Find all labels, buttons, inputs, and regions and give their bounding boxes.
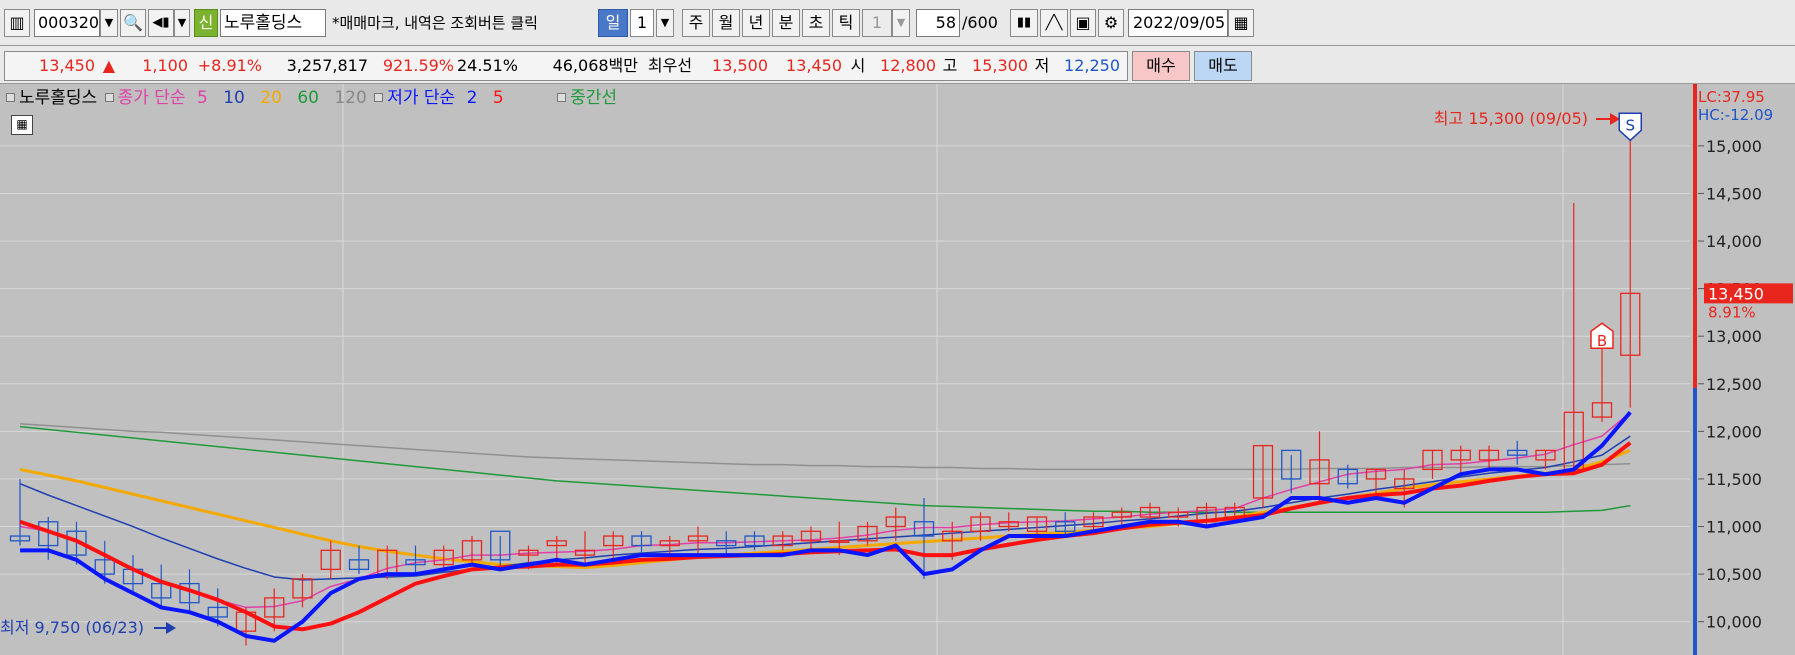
y-tick-label: 14,500 <box>1706 184 1762 203</box>
sell-marker-label: S <box>1625 116 1635 134</box>
y-tick-label: 11,500 <box>1706 470 1762 489</box>
legend-stock-name: 노루홀딩스 <box>19 88 98 108</box>
buy-button[interactable]: 매수 <box>1132 51 1190 81</box>
period-minute-button[interactable]: 분 <box>772 9 800 37</box>
y-tick-label: 15,000 <box>1706 137 1762 156</box>
high-annotation: 최고 15,300 (09/05) <box>1434 109 1588 128</box>
stock-name-field[interactable]: 노루홀딩스 <box>220 9 326 37</box>
high-label: 고 <box>942 56 958 75</box>
price-change: 1,100 <box>142 56 188 75</box>
volume-ratio: 921.59% <box>382 56 454 75</box>
best-quote-label: 최우선 <box>647 56 693 75</box>
speaker-icon[interactable]: ◀▮ <box>148 9 174 37</box>
draw-line-icon[interactable]: ╱╲ <box>1040 9 1068 37</box>
code-dropdown-icon[interactable]: ▼ <box>100 9 118 37</box>
quote-bar: 13,450 ▲ 1,100 +8.91% 3,257,817 921.59% … <box>0 46 1795 84</box>
candlestick-chart[interactable]: 최고 15,300 (09/05) 최저 9,750 (06/23) S B 15,00… <box>0 84 1795 655</box>
legend-close-ma: 종가 단순 <box>117 88 186 108</box>
trade-mark-notice: *매매마크, 내역은 조회버튼 클릭 <box>332 14 538 32</box>
bid-price: 13,450 <box>786 56 842 75</box>
gear-icon[interactable]: ⚙ <box>1098 9 1124 37</box>
save-icon[interactable]: ▣ <box>1070 9 1096 37</box>
date-input[interactable]: 2022/09/05 <box>1128 9 1228 37</box>
grid-table-icon[interactable]: ▦ <box>11 115 33 135</box>
change-rate: +8.91% <box>197 56 262 75</box>
open-label: 시 <box>850 56 866 75</box>
tick-value-field[interactable]: 1 <box>862 9 892 37</box>
y-tick-label: 12,000 <box>1706 422 1762 441</box>
hc-label: HC:-12.09 <box>1698 106 1773 124</box>
plot-background <box>0 84 1795 655</box>
y-tick-label: 10,500 <box>1706 565 1762 584</box>
y-tick-label: 10,000 <box>1706 613 1762 632</box>
data-count-total: /600 <box>962 13 998 32</box>
period-day-value[interactable]: 1 <box>630 9 654 37</box>
period-second-button[interactable]: 초 <box>802 9 830 37</box>
legend-low-ma: 저가 단순 <box>387 88 456 108</box>
y-tick-label: 13,000 <box>1706 327 1762 346</box>
ask-price: 13,500 <box>712 56 768 75</box>
period-week-button[interactable]: 주 <box>682 9 710 37</box>
credit-badge: 신 <box>194 9 218 37</box>
calendar-icon[interactable]: ▦ <box>1228 9 1254 37</box>
legend-lma5: 5 <box>492 88 504 108</box>
speaker-dropdown-icon[interactable]: ▼ <box>174 9 190 37</box>
period-month-button[interactable]: 월 <box>712 9 740 37</box>
high-price: 15,300 <box>972 56 1028 75</box>
chart-icon[interactable]: ▮▮ <box>1010 9 1038 37</box>
volume: 3,257,817 <box>286 56 368 75</box>
legend-ma120: 120 <box>334 88 367 108</box>
low-label: 저 <box>1034 56 1050 75</box>
current-price: 13,450 <box>39 56 95 75</box>
up-arrow-icon: ▲ <box>102 56 115 75</box>
period-tick-button[interactable]: 틱 <box>832 9 860 37</box>
legend-ma20: 20 <box>260 88 282 108</box>
data-count-input[interactable]: 58 <box>916 9 960 37</box>
legend-ma5: 5 <box>196 88 208 108</box>
tick-dropdown-icon[interactable]: ▼ <box>892 9 910 37</box>
legend-ma60: 60 <box>297 88 319 108</box>
y-tick-label: 11,000 <box>1706 518 1762 537</box>
y-tick-label: 14,000 <box>1706 232 1762 251</box>
trade-amount: 46,068백만 <box>552 56 638 75</box>
low-price: 12,250 <box>1064 56 1120 75</box>
lc-label: LC:37.95 <box>1698 88 1765 106</box>
layout-icon[interactable]: ▥ <box>4 9 30 37</box>
low-annotation: 최저 9,750 (06/23) <box>0 618 144 637</box>
legend-lma2: 2 <box>466 88 478 108</box>
period-day-button[interactable]: 일 <box>598 9 628 37</box>
open-price: 12,800 <box>880 56 936 75</box>
buy-marker-label: B <box>1597 332 1607 350</box>
search-icon[interactable]: 🔍 <box>120 9 146 37</box>
legend-ma10: 10 <box>223 88 245 108</box>
period-year-button[interactable]: 년 <box>742 9 770 37</box>
y-tick-label: 12,500 <box>1706 375 1762 394</box>
stock-code-input[interactable]: 000320 <box>34 9 100 37</box>
current-price-label: 13,450 <box>1708 284 1764 303</box>
turnover-rate: 24.51% <box>456 56 518 75</box>
legend-mid-line: 중간선 <box>570 88 617 108</box>
period-dropdown-icon[interactable]: ▼ <box>656 9 674 37</box>
current-rate-label: 8.91% <box>1708 303 1756 321</box>
sell-button[interactable]: 매도 <box>1194 51 1252 81</box>
main-toolbar: ▥ 000320 ▼ 🔍 ◀▮ ▼ 신 노루홀딩스 *매매마크, 내역은 조회버… <box>0 0 1795 46</box>
chart-legend: 노루홀딩스 종가 단순 5 10 20 60 120 저가 단순 2 5 중간선 <box>4 84 617 112</box>
